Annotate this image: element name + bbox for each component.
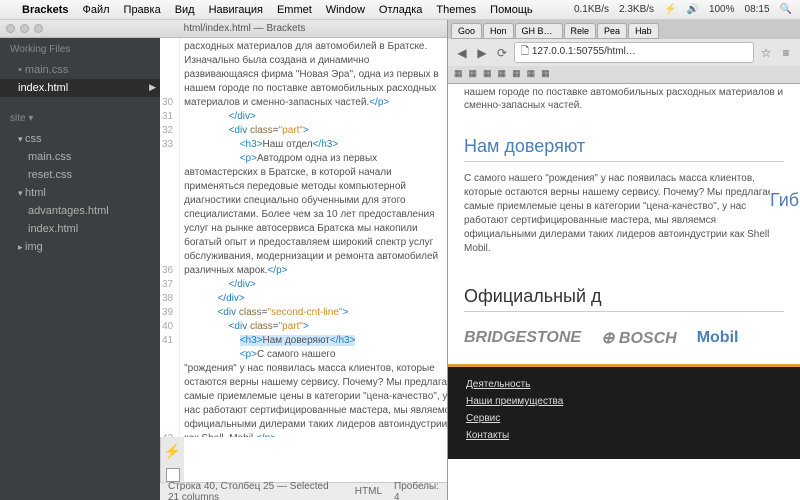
- app-name-menu[interactable]: Brackets: [22, 4, 68, 16]
- working-files-header[interactable]: Working Files: [0, 38, 160, 61]
- brackets-statusbar: Строка 40, Столбец 25 — Selected 21 colu…: [160, 482, 447, 500]
- folder-img[interactable]: img: [0, 238, 160, 256]
- mac-menubar: Brackets Файл Правка Вид Навигация Emmet…: [0, 0, 800, 20]
- bookmark-item[interactable]: ▦: [512, 68, 521, 79]
- folder-html[interactable]: html: [0, 184, 160, 202]
- browser-tab[interactable]: Rele: [564, 23, 597, 39]
- working-file-active[interactable]: index.html: [0, 79, 160, 97]
- footer-link[interactable]: Деятельность: [466, 379, 782, 390]
- file-reset-css[interactable]: reset.css: [0, 166, 160, 184]
- net-speed-down: 2.3KB/s: [619, 4, 654, 15]
- live-preview-icon[interactable]: ⚡: [164, 443, 181, 460]
- logo-bosch: ⊕ BOSCH: [601, 328, 677, 348]
- bookmark-item[interactable]: ▦: [454, 68, 463, 79]
- browser-tab[interactable]: Hab: [628, 23, 659, 39]
- browser-tab[interactable]: Hon: [483, 23, 514, 39]
- page-paragraph: С самого нашего "рождения" у нас появила…: [464, 172, 784, 256]
- menu-emmet[interactable]: Emmet: [277, 4, 312, 16]
- menu-debug[interactable]: Отладка: [379, 4, 422, 16]
- browser-tab[interactable]: GН Brac: [515, 23, 563, 39]
- wifi-icon[interactable]: ⚡: [664, 4, 676, 15]
- footer-link[interactable]: Контакты: [466, 430, 782, 441]
- code-area[interactable]: расходных материалов для автомобилей в Б…: [180, 38, 447, 437]
- footer-link[interactable]: Сервис: [466, 413, 782, 424]
- indent-setting[interactable]: Пробелы: 4: [394, 481, 439, 500]
- chrome-window: Goo Hon GН Brac Rele Pea Hab ◀ ▶ ⟳ 🗋 127…: [448, 20, 800, 500]
- reload-button[interactable]: ⟳: [494, 45, 510, 61]
- bookmark-item[interactable]: ▦: [469, 68, 478, 79]
- spotlight-icon[interactable]: 🔍: [780, 4, 792, 15]
- page-paragraph: нашем городе по поставке автомобильных р…: [464, 84, 784, 112]
- battery-level[interactable]: 100%: [709, 4, 735, 15]
- chrome-menu-icon[interactable]: ≡: [778, 45, 794, 61]
- menu-themes[interactable]: Themes: [436, 4, 476, 16]
- file-main-css[interactable]: main.css: [0, 148, 160, 166]
- bookmark-item[interactable]: ▦: [498, 68, 507, 79]
- net-speed-up: 0.1KB/s: [574, 4, 609, 15]
- clock[interactable]: 08:15: [745, 4, 770, 15]
- code-editor[interactable]: 30313233 363738394041 424344454647484950…: [160, 38, 447, 500]
- logo-bridgestone: BRIDGESTONE: [464, 329, 581, 347]
- browser-tab[interactable]: Pea: [597, 23, 627, 39]
- bookmark-star-icon[interactable]: ☆: [758, 45, 774, 61]
- bookmark-item[interactable]: ▦: [541, 68, 550, 79]
- file-mode[interactable]: HTML: [355, 486, 382, 497]
- footer-link[interactable]: Наши преимущества: [466, 396, 782, 407]
- line-gutter: 30313233 363738394041 424344454647484950: [160, 38, 180, 437]
- menu-view[interactable]: Вид: [175, 4, 195, 16]
- page-heading: Нам доверяют: [464, 136, 784, 162]
- logo-row: BRIDGESTONE ⊕ BOSCH Mobil: [464, 312, 784, 364]
- cursor-position[interactable]: Строка 40, Столбец 25 — Selected 21 colu…: [168, 481, 331, 500]
- brackets-window: html/index.html — Brackets Working Files…: [0, 20, 448, 500]
- back-button[interactable]: ◀: [454, 45, 470, 61]
- project-header[interactable]: site ▾: [0, 107, 160, 130]
- menu-help[interactable]: Помощь: [490, 4, 533, 16]
- browser-tabstrip: Goo Hon GН Brac Rele Pea Hab: [448, 20, 800, 39]
- window-title: html/index.html — Brackets: [48, 23, 441, 34]
- page-heading-cut: Гиб: [770, 184, 800, 264]
- page-footer: Деятельность Наши преимущества Сервис Ко…: [448, 364, 800, 459]
- brackets-sidebar: Working Files • main.css index.html site…: [0, 38, 160, 500]
- forward-button[interactable]: ▶: [474, 45, 490, 61]
- bookmarks-bar[interactable]: ▦ ▦ ▦ ▦ ▦ ▦ ▦: [448, 66, 800, 83]
- menu-window[interactable]: Window: [326, 4, 365, 16]
- folder-css[interactable]: css: [0, 130, 160, 148]
- bookmark-item[interactable]: ▦: [527, 68, 536, 79]
- brackets-right-toolbar: ⚡: [160, 437, 184, 482]
- close-icon[interactable]: [6, 24, 15, 33]
- volume-icon[interactable]: 🔊: [686, 4, 698, 15]
- bookmark-item[interactable]: ▦: [483, 68, 492, 79]
- menu-file[interactable]: Файл: [82, 4, 109, 16]
- file-advantages-html[interactable]: advantages.html: [0, 202, 160, 220]
- browser-tab[interactable]: Goo: [451, 23, 482, 39]
- menu-edit[interactable]: Правка: [124, 4, 161, 16]
- minimize-icon[interactable]: [20, 24, 29, 33]
- file-index-html[interactable]: index.html: [0, 220, 160, 238]
- page-heading: Официальный д: [464, 286, 784, 312]
- working-file[interactable]: • main.css: [0, 61, 160, 79]
- zoom-icon[interactable]: [34, 24, 43, 33]
- menu-navigate[interactable]: Навигация: [209, 4, 263, 16]
- logo-mobil: Mobil: [697, 329, 739, 347]
- address-bar[interactable]: 🗋 127.0.0.1:50755/html…: [514, 42, 754, 63]
- brackets-titlebar[interactable]: html/index.html — Brackets: [0, 20, 447, 38]
- browser-viewport[interactable]: нашем городе по поставке автомобильных р…: [448, 84, 800, 500]
